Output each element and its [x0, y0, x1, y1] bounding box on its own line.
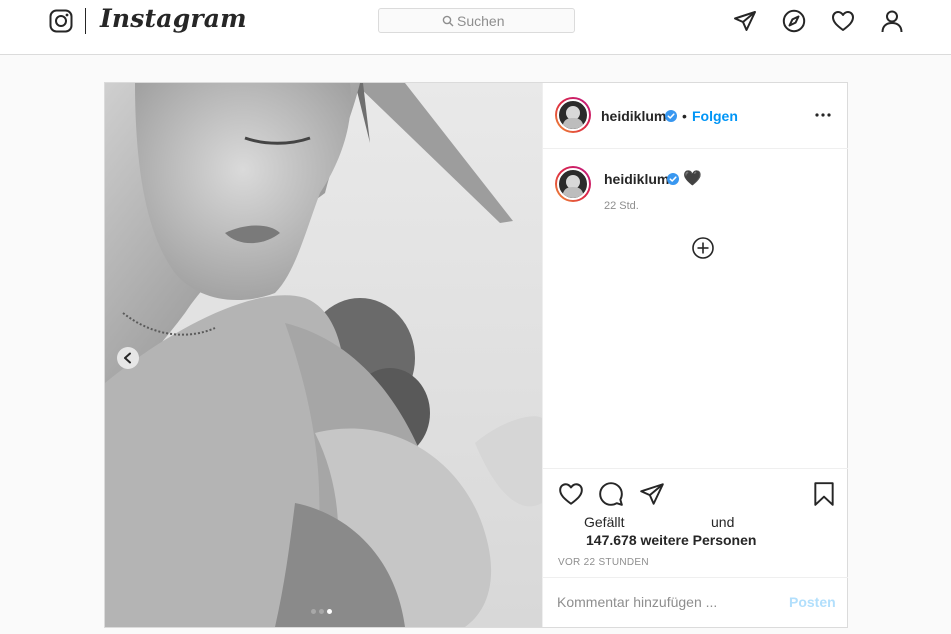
more-options-icon[interactable]	[811, 106, 835, 124]
likes-prefix: Gefällt	[584, 514, 625, 530]
caption-avatar[interactable]	[555, 166, 591, 202]
load-more-comments-plus-icon[interactable]	[691, 236, 715, 260]
avatar[interactable]	[555, 97, 591, 133]
post-card: heidiklum • Folgen heidiklum 🖤 22 Std. G…	[104, 82, 848, 628]
search-input[interactable]	[457, 12, 567, 30]
post-author-username[interactable]: heidiklum	[601, 108, 666, 124]
comment-form: Posten	[543, 577, 848, 627]
likes-count[interactable]: 147.678 weitere Personen	[586, 532, 756, 548]
instagram-glyph-icon[interactable]	[49, 9, 73, 33]
post-media[interactable]	[105, 83, 542, 627]
chevron-left-icon	[124, 352, 131, 364]
post-photo	[105, 83, 542, 627]
likes-conjunction: und	[711, 514, 735, 530]
post-time-ago[interactable]: VOR 22 STUNDEN	[558, 557, 649, 568]
share-paper-plane-icon[interactable]	[639, 481, 665, 507]
save-bookmark-icon[interactable]	[811, 481, 837, 507]
direct-paper-plane-icon[interactable]	[733, 9, 757, 33]
activity-heart-icon[interactable]	[831, 9, 855, 33]
carousel-previous-button[interactable]	[117, 347, 139, 369]
logo-divider	[85, 8, 86, 34]
top-navigation-bar: Instagram	[0, 0, 951, 55]
comment-bubble-icon[interactable]	[598, 481, 624, 507]
carousel-dot	[311, 609, 316, 614]
verified-badge-icon	[665, 110, 677, 122]
caption-text: 🖤	[683, 170, 702, 187]
like-heart-icon[interactable]	[558, 481, 584, 507]
post-comment-button[interactable]: Posten	[789, 594, 836, 610]
carousel-indicator	[311, 609, 335, 615]
actions-divider	[543, 468, 848, 469]
carousel-dot	[319, 609, 324, 614]
search-icon	[442, 15, 454, 27]
instagram-wordmark[interactable]: Instagram	[100, 4, 247, 33]
verified-badge-icon	[667, 173, 679, 185]
follow-button[interactable]: Folgen	[692, 108, 738, 124]
post-sidebar: heidiklum • Folgen heidiklum 🖤 22 Std. G…	[542, 83, 848, 627]
profile-person-icon[interactable]	[880, 9, 904, 33]
caption-username[interactable]: heidiklum	[604, 171, 669, 187]
header-separator-dot: •	[682, 108, 687, 124]
carousel-dot-active	[327, 609, 332, 614]
explore-compass-icon[interactable]	[782, 9, 806, 33]
post-header: heidiklum • Folgen	[543, 83, 848, 149]
comment-input[interactable]	[557, 592, 772, 612]
search-box[interactable]	[378, 8, 575, 33]
caption-timestamp[interactable]: 22 Std.	[604, 200, 639, 212]
